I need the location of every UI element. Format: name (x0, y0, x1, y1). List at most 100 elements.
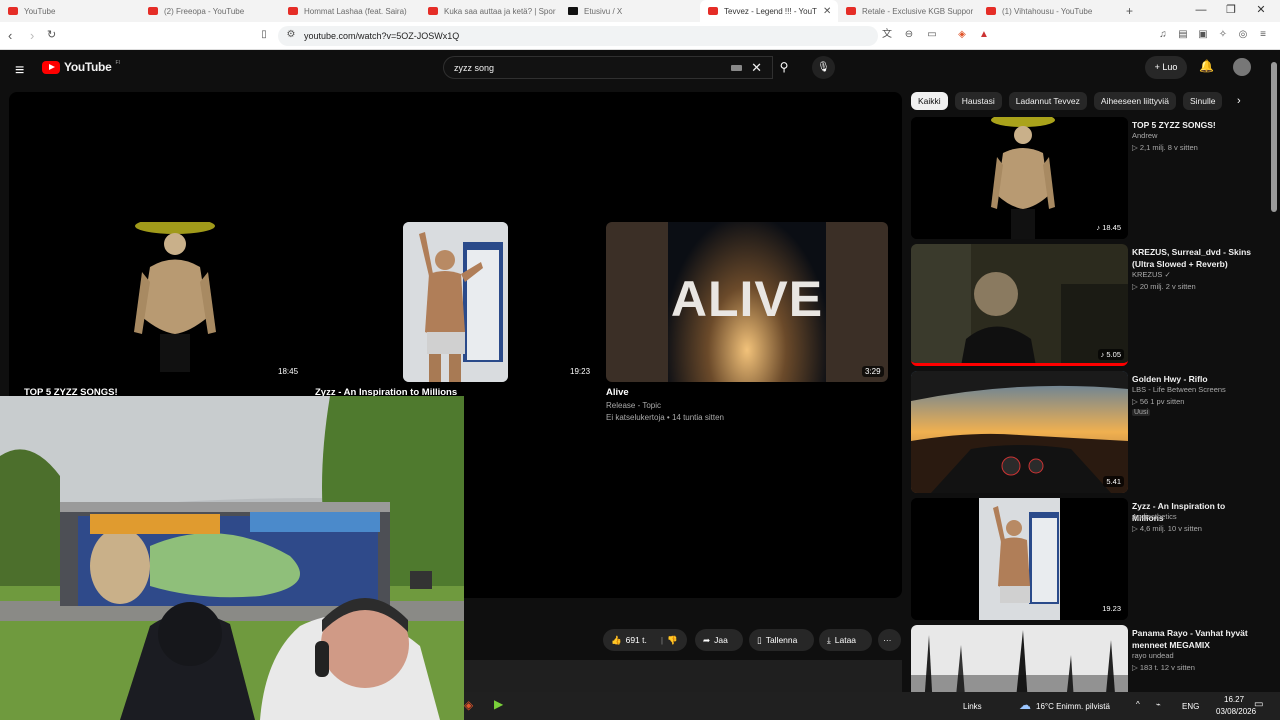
clock-date[interactable]: 03/08/2026 (1216, 707, 1256, 716)
browser-tab[interactable]: Kuka saa auttaa ja ketä? | Spor (420, 0, 560, 22)
notifications-icon[interactable]: 🔔 (1199, 59, 1214, 73)
mic-icon: 🎙 (817, 62, 830, 73)
recommendation-thumbnail[interactable] (911, 244, 1128, 366)
windows-taskbar: ◈ ▶ Links ☁ 16°C Enimm. pilvistä ^ ⌁ ENG… (464, 692, 1280, 720)
search-input[interactable]: zyzz song ✕ (443, 56, 773, 79)
forward-icon[interactable]: › (30, 28, 34, 43)
recommendation-channel[interactable]: rayo undead (1132, 651, 1174, 660)
end-card-title[interactable]: Alive (606, 387, 629, 398)
url-text: youtube.com/watch?v=5OZ-JOSWx1Q (304, 31, 460, 41)
recommendation-channel[interactable]: LBS - Life Between Screens (1132, 385, 1226, 394)
recommendation-title[interactable]: TOP 5 ZYZZ SONGS! (1132, 119, 1257, 131)
chip-search[interactable]: Haustasi (954, 92, 1002, 110)
site-info-icon[interactable]: ⚙ (284, 28, 298, 42)
language-indicator[interactable]: ENG (1182, 702, 1199, 711)
brave-taskbar-icon[interactable]: ◈ (464, 698, 473, 712)
description-box[interactable] (464, 660, 902, 692)
end-card-thumbnail[interactable] (130, 222, 220, 372)
new-tab-button[interactable]: + (1118, 0, 1138, 22)
browser-tab[interactable]: Etusivu / X (560, 0, 700, 22)
translate-icon[interactable]: 文 (880, 28, 894, 42)
chip-for-you[interactable]: Sinulle (1182, 92, 1223, 110)
end-card-channel[interactable]: Release - Topic (606, 401, 661, 410)
bookmark-icon[interactable]: ▯ (257, 28, 271, 42)
recommendation-thumbnail[interactable] (911, 498, 1128, 620)
chevron-up-icon[interactable]: ^ (1136, 700, 1140, 709)
menu-icon[interactable]: ≡ (1256, 28, 1270, 42)
taskbar-links[interactable]: Links (963, 702, 982, 711)
like-icon[interactable]: 👍 (611, 635, 622, 646)
address-bar[interactable]: youtube.com/watch?v=5OZ-JOSWx1Q (278, 26, 878, 46)
keyboard-icon[interactable] (731, 65, 742, 71)
recommendation-item[interactable]: ♪ 18.45 TOP 5 ZYZZ SONGS! Andrew ▷ 2,1 m… (911, 117, 1266, 239)
recommendation-title[interactable]: KREZUS, Surreal_dvd - Skins (Ultra Slowe… (1132, 246, 1257, 270)
recommendation-thumbnail[interactable] (911, 117, 1128, 239)
like-dislike-group[interactable]: 👍 691 t. | 👎 (603, 629, 687, 651)
avatar[interactable] (1233, 58, 1251, 76)
download-label: Lataa (834, 635, 857, 645)
back-icon[interactable]: ‹ (8, 28, 12, 43)
recommendation-item[interactable]: Panama Rayo - Vanhat hyvät menneet MEGAM… (911, 625, 1266, 692)
close-tab-icon[interactable]: ✕ (823, 6, 831, 17)
media-icon[interactable]: ♫ (1156, 28, 1170, 42)
zoom-icon[interactable]: ⊖ (902, 28, 916, 42)
recommendation-title[interactable]: Golden Hwy - Riflo (1132, 373, 1257, 385)
vpn-icon[interactable]: ◎ (1236, 28, 1250, 42)
recommendation-thumbnail[interactable] (911, 371, 1128, 493)
download-button[interactable]: ⤓ Lataa (819, 629, 872, 651)
end-card-thumbnail[interactable]: ALIVE (606, 222, 888, 382)
dislike-icon[interactable]: 👎 (667, 635, 678, 646)
search-button[interactable]: ⚲ (773, 56, 795, 79)
duration-badge: 5.41 (1103, 476, 1124, 487)
sidebar-icon[interactable]: ▤ (1176, 28, 1190, 42)
chip-all[interactable]: Kaikki (911, 92, 948, 110)
network-icon[interactable]: ⌁ (1156, 700, 1161, 709)
recommendation-item[interactable]: 19.23 Zyzz - An Inspiration to Millions … (911, 498, 1266, 620)
extensions-icon[interactable]: ▣ (1196, 28, 1210, 42)
browser-tab[interactable]: Hommat Lashaa (feat. Saira) (280, 0, 420, 22)
create-button[interactable]: + Luo (1145, 56, 1187, 79)
end-card-thumbnail[interactable] (403, 222, 508, 382)
youtube-logo[interactable]: YouTube FI (42, 60, 120, 74)
recommendation-item[interactable]: 5.41 Golden Hwy - Riflo LBS - Life Betwe… (911, 371, 1266, 493)
minimize-icon[interactable]: — (1186, 0, 1216, 22)
recommendation-item[interactable]: ♪ 5.05 KREZUS, Surreal_dvd - Skins (Ultr… (911, 244, 1266, 366)
restore-icon[interactable]: ❐ (1216, 0, 1246, 22)
brave-rewards-icon[interactable]: ▲ (977, 28, 991, 42)
reload-icon[interactable]: ↻ (47, 28, 56, 41)
voice-search-button[interactable]: 🎙 (812, 56, 835, 79)
close-window-icon[interactable]: ✕ (1246, 0, 1276, 22)
recommendation-channel[interactable]: KREZUS ✓ (1132, 270, 1171, 279)
guide-menu-icon[interactable]: ≡ (15, 62, 24, 80)
more-actions-button[interactable]: ··· (878, 629, 901, 651)
chip-uploader[interactable]: Ladannut Tevvez (1008, 92, 1087, 110)
recommendation-title[interactable]: Panama Rayo - Vanhat hyvät menneet MEGAM… (1132, 627, 1257, 651)
save-button[interactable]: ▯ Tallenna (749, 629, 814, 651)
leo-icon[interactable]: ✧ (1216, 28, 1230, 42)
browser-tab[interactable]: Retale - Exclusive KGB Suppor (838, 0, 978, 22)
recommendation-channel[interactable]: Andrew (1132, 131, 1157, 140)
recommendation-thumbnail[interactable] (911, 625, 1128, 692)
cast-icon[interactable]: ▭ (925, 28, 939, 42)
share-button[interactable]: ➦ Jaa (695, 629, 743, 651)
clear-search-icon[interactable]: ✕ (751, 57, 762, 79)
recommendation-channel[interactable]: Andiesthetics (1132, 512, 1177, 521)
page-scrollbar[interactable] (1268, 50, 1280, 690)
app-taskbar-icon[interactable]: ▶ (494, 697, 503, 711)
save-icon: ▯ (757, 634, 762, 645)
browser-tab[interactable]: (2) Freeopa - YouTube (140, 0, 280, 22)
browser-tab-active[interactable]: Tevvez - Legend !!! - YouT ✕ (700, 0, 838, 22)
brave-shield-icon[interactable]: ◈ (955, 28, 969, 42)
chevron-right-icon[interactable]: › (1237, 95, 1241, 107)
browser-tab[interactable]: (1) Vihtahousu - YouTube (978, 0, 1108, 22)
weather-text[interactable]: 16°C Enimm. pilvistä (1036, 702, 1110, 711)
chip-related[interactable]: Aiheeseen liittyviä (1093, 92, 1176, 110)
clock-time[interactable]: 16.27 (1224, 695, 1244, 704)
tab-title: Tevvez - Legend !!! - YouT (724, 6, 817, 16)
notification-center-icon[interactable]: ▭ (1254, 699, 1263, 710)
browser-tab[interactable]: YouTube (0, 0, 140, 22)
scrollbar-thumb[interactable] (1271, 62, 1277, 212)
youtube-play-icon (42, 60, 60, 74)
logo-country: FI (115, 60, 120, 66)
recommendation-meta: ▷ 2,1 milj. 8 v sitten (1132, 143, 1198, 152)
